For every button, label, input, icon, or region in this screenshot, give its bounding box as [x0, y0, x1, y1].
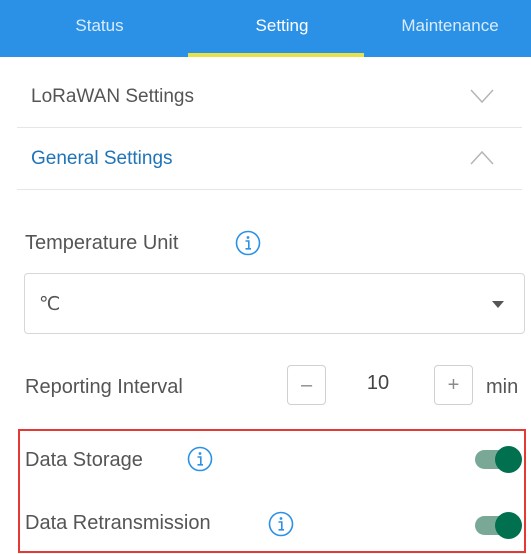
reporting-interval-label: Reporting Interval — [25, 376, 183, 398]
active-tab-indicator — [188, 53, 364, 57]
section-lorawan-label: LoRaWAN Settings — [31, 86, 194, 107]
data-storage-label: Data Storage — [25, 449, 143, 471]
info-icon[interactable] — [235, 230, 261, 256]
section-lorawan-settings[interactable]: LoRaWAN Settings — [17, 66, 522, 128]
temperature-unit-value: ℃ — [39, 294, 61, 315]
info-icon[interactable] — [268, 511, 294, 537]
interval-unit-label: min — [486, 376, 519, 398]
chevron-down-icon — [470, 88, 494, 104]
temperature-unit-label: Temperature Unit — [25, 232, 179, 254]
data-retransmission-toggle[interactable] — [475, 512, 524, 539]
section-general-settings[interactable]: General Settings — [17, 128, 522, 190]
tab-setting[interactable]: Setting — [199, 0, 365, 57]
tab-status[interactable]: Status — [0, 0, 199, 57]
tab-maintenance[interactable]: Maintenance — [365, 0, 531, 57]
info-icon[interactable] — [187, 446, 213, 472]
data-storage-toggle[interactable] — [475, 446, 524, 473]
increment-button[interactable]: + — [434, 365, 473, 405]
reporting-interval-input[interactable]: 10 — [348, 372, 408, 395]
caret-down-icon — [492, 301, 504, 308]
section-general-label: General Settings — [31, 148, 173, 169]
toggle-knob — [495, 446, 522, 473]
temperature-unit-select[interactable]: ℃ — [24, 273, 525, 334]
decrement-button[interactable]: – — [287, 365, 326, 405]
toggle-knob — [495, 512, 522, 539]
data-retransmission-label: Data Retransmission — [25, 512, 211, 534]
chevron-up-icon — [470, 150, 494, 166]
tab-bar: Status Setting Maintenance — [0, 0, 531, 57]
